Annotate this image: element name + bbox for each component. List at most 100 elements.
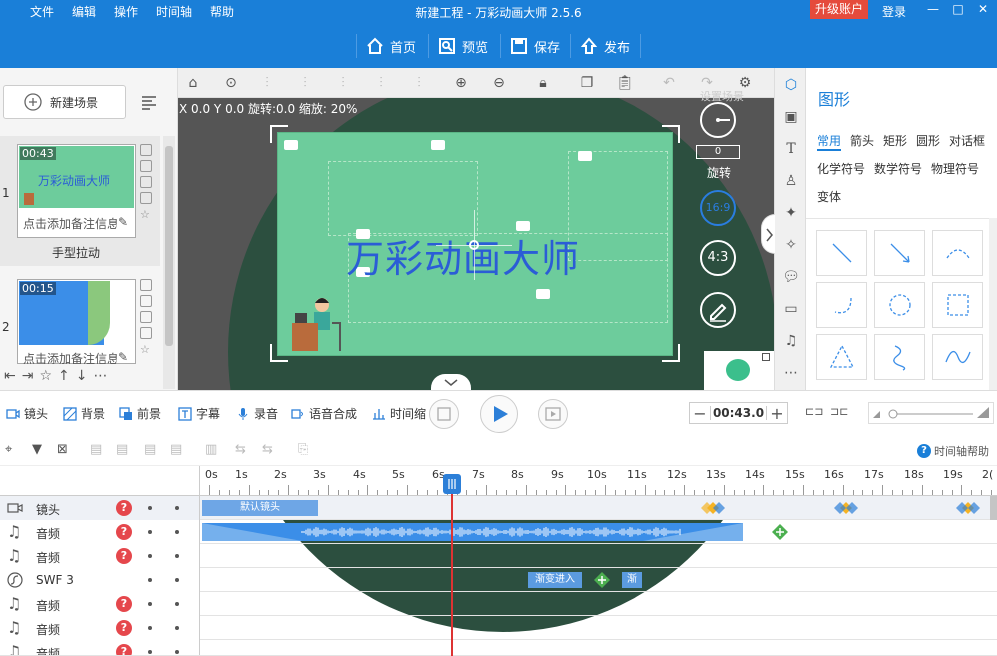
visibility-dot[interactable] (148, 506, 152, 510)
subtitle-button[interactable]: 字幕 (178, 405, 220, 422)
split-icon[interactable]: ⇆ (235, 442, 246, 457)
track-header[interactable]: SWF 3 (0, 568, 200, 592)
track-header[interactable]: 镜头 ? (0, 496, 200, 520)
star-icon[interactable]: ☆ (140, 343, 152, 356)
time-ruler[interactable]: 0s 1s 2s 3s 4s 5s 6s 7s 8s 9s 10s 11s 12… (200, 466, 997, 496)
export-track-icon[interactable]: ⎘ (298, 442, 308, 457)
copy-icon[interactable]: ❐ (578, 74, 596, 92)
delete-icon[interactable] (140, 295, 152, 307)
edit-icon[interactable]: ✎ (118, 350, 128, 364)
scene-note[interactable]: 点击添加备注信息 (23, 215, 117, 232)
import-scene-icon[interactable]: ⇤ (4, 368, 16, 384)
record-button[interactable]: 录音 (236, 405, 278, 422)
copy-icon[interactable] (140, 279, 152, 291)
help-icon[interactable]: ? (116, 548, 132, 564)
lock-dot[interactable] (175, 626, 179, 630)
rotate-dial[interactable] (700, 102, 736, 138)
timeline-zoom-slider[interactable] (868, 402, 994, 424)
visibility-dot[interactable] (148, 530, 152, 534)
lock-icon[interactable]: 🔒︎ (534, 74, 552, 92)
lock-dot[interactable] (175, 554, 179, 558)
scene-item[interactable]: 2 00:15 点击添加备注信息 ✎ ☆ (0, 276, 160, 366)
timeline-scrollbar[interactable] (990, 496, 997, 520)
scene-thumbnail[interactable]: 00:15 点击添加备注信息 ✎ (17, 279, 136, 366)
lock-dot[interactable] (175, 530, 179, 534)
align-end-icon[interactable]: ▤ (144, 442, 156, 457)
fit-height-icon[interactable]: ⊐⊏ (830, 405, 848, 418)
tab-arrow[interactable]: 箭头 (850, 132, 874, 149)
fit-width-icon[interactable]: ⊏⊐ (805, 405, 823, 418)
time-scale-button[interactable]: 时间缩 (372, 405, 426, 422)
tts-button[interactable]: 语音合成 (291, 405, 357, 422)
align-bottom-icon[interactable]: ⫶ (372, 74, 390, 92)
locate-icon[interactable]: ⌖ (5, 442, 12, 457)
tab-variant[interactable]: 变体 (817, 188, 841, 205)
visibility-dot[interactable] (148, 650, 152, 654)
visibility-dot[interactable] (148, 554, 152, 558)
music-category-icon[interactable]: ♫ (782, 332, 800, 350)
move-up-icon[interactable]: ↑ (58, 368, 70, 384)
ratio-16-9-button[interactable]: 16:9 (700, 190, 736, 226)
shape-line[interactable] (816, 230, 867, 276)
help-icon[interactable]: ? (116, 524, 132, 540)
track-row[interactable]: ♫ 音频 ? (0, 616, 997, 640)
track-row[interactable]: ♫ 音频 ? (0, 544, 997, 568)
tab-physics[interactable]: 物理符号 (931, 160, 979, 177)
track-header[interactable]: ♫ 音频 ? (0, 520, 200, 544)
shape-curved-arrow[interactable] (816, 282, 867, 328)
ratio-4-3-button[interactable]: 4:3 (700, 240, 736, 276)
scene-scrollbar[interactable] (163, 136, 175, 389)
import-icon[interactable] (140, 192, 152, 204)
text-category-icon[interactable]: T (782, 140, 800, 158)
zoom-in-icon[interactable]: ⊕ (452, 74, 470, 92)
lock-dot[interactable] (175, 578, 179, 582)
align-center-icon[interactable]: ▤ (116, 442, 128, 457)
track-header[interactable]: ♫ 音频 ? (0, 616, 200, 640)
timeline-help-button[interactable]: ? 时间轴帮助 (917, 443, 989, 459)
special-effect-icon[interactable]: ✦ (782, 204, 800, 222)
copy-icon[interactable] (140, 144, 152, 156)
shape-arrow[interactable] (874, 230, 925, 276)
group-icon[interactable]: ▥ (205, 442, 217, 457)
lock-dot[interactable] (175, 650, 179, 654)
duration-value[interactable]: 00:43.0 (710, 406, 767, 420)
scene-list-button[interactable] (131, 85, 167, 119)
scene-item[interactable]: 1 00:43 万彩动画大师 点击添加备注信息 ✎ 手型拉动 ☆ (0, 136, 160, 266)
shape-circle-dashed[interactable] (874, 282, 925, 328)
upgrade-button[interactable]: 升级账户 (810, 0, 868, 19)
edit-icon[interactable]: ✎ (118, 215, 128, 229)
save-button[interactable]: 保存 (510, 32, 560, 60)
track-header[interactable]: ♫ 音频 ? (0, 640, 200, 655)
shape-category-icon[interactable]: ⬡ (782, 76, 800, 94)
add-keyframe-icon[interactable] (771, 523, 789, 541)
home-view-icon[interactable]: ⌂ (184, 74, 202, 92)
distribute-icon[interactable]: ▤ (170, 442, 182, 457)
magic-wand-icon[interactable]: ✧ (782, 236, 800, 254)
import-icon[interactable] (140, 327, 152, 339)
help-icon[interactable]: ? (116, 620, 132, 636)
camera-icon[interactable] (431, 140, 445, 150)
lock-dot[interactable] (175, 506, 179, 510)
merge-icon[interactable]: ⇆ (262, 442, 273, 457)
audio-clip[interactable] (202, 523, 743, 541)
favorite-icon[interactable]: ☆ (39, 368, 52, 384)
distribute-icon[interactable]: ⫶ (410, 74, 428, 92)
track-row[interactable]: 镜头 ? 默认镜头 (0, 496, 997, 520)
more-options-icon[interactable]: ⊙ (222, 74, 240, 92)
chat-bubble-icon[interactable]: 💬︎ (782, 268, 800, 286)
visibility-dot[interactable] (148, 626, 152, 630)
new-scene-button[interactable]: 新建场景 (3, 85, 126, 119)
image-category-icon[interactable]: ▣ (782, 108, 800, 126)
tab-circle[interactable]: 圆形 (916, 132, 940, 149)
rotate-value[interactable]: 0 (696, 145, 740, 159)
login-button[interactable]: 登录 (882, 3, 906, 20)
prev-frame-button[interactable] (429, 399, 459, 429)
track-clip[interactable]: 渐变进入 (528, 572, 582, 588)
lock-dot[interactable] (175, 602, 179, 606)
tab-rectangle[interactable]: 矩形 (883, 132, 907, 149)
home-button[interactable]: 首页 (366, 32, 416, 60)
minimize-icon[interactable]: — (925, 2, 941, 16)
increase-duration-button[interactable]: + (767, 404, 787, 423)
track-clip[interactable]: 渐 (622, 572, 642, 588)
mini-map-panel[interactable] (704, 351, 774, 390)
